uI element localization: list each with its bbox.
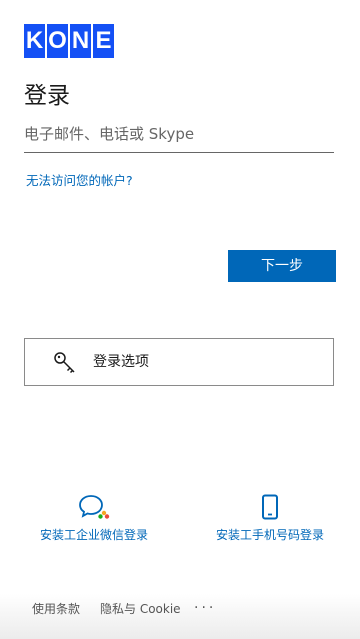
cant-access-account-link[interactable]: 无法访问您的帐户? bbox=[26, 170, 133, 189]
logo-letter-e: E bbox=[93, 24, 114, 58]
sign-in-options-button[interactable]: 登录选项 bbox=[24, 338, 334, 386]
next-button[interactable]: 下一步 bbox=[228, 250, 336, 282]
terms-of-use-link[interactable]: 使用条款 bbox=[32, 600, 80, 617]
footer: 使用条款 隐私与 Cookie ... bbox=[0, 594, 360, 639]
email-input[interactable] bbox=[24, 118, 334, 150]
wechat-work-login-label: 安装工企业微信登录 bbox=[39, 528, 148, 542]
logo-letter-o: O bbox=[47, 24, 68, 58]
kone-logo: K O N E bbox=[24, 24, 116, 58]
mobile-phone-icon bbox=[262, 494, 278, 520]
mobile-phone-login-button[interactable]: 安装工手机号码登录 bbox=[208, 494, 332, 543]
logo-letter-k: K bbox=[24, 24, 45, 58]
logo-letter-n: N bbox=[70, 24, 91, 58]
wechat-work-login-button[interactable]: 安装工企业微信登录 bbox=[24, 494, 164, 543]
wechat-work-icon bbox=[79, 495, 110, 519]
privacy-cookies-link[interactable]: 隐私与 Cookie bbox=[100, 600, 181, 617]
more-options-ellipsis[interactable]: ... bbox=[194, 596, 216, 612]
page-title: 登录 bbox=[24, 83, 70, 109]
sign-in-options-label: 登录选项 bbox=[93, 354, 149, 370]
email-field-container bbox=[24, 118, 334, 153]
mobile-phone-login-label: 安装工手机号码登录 bbox=[215, 528, 324, 542]
key-icon bbox=[54, 352, 75, 374]
